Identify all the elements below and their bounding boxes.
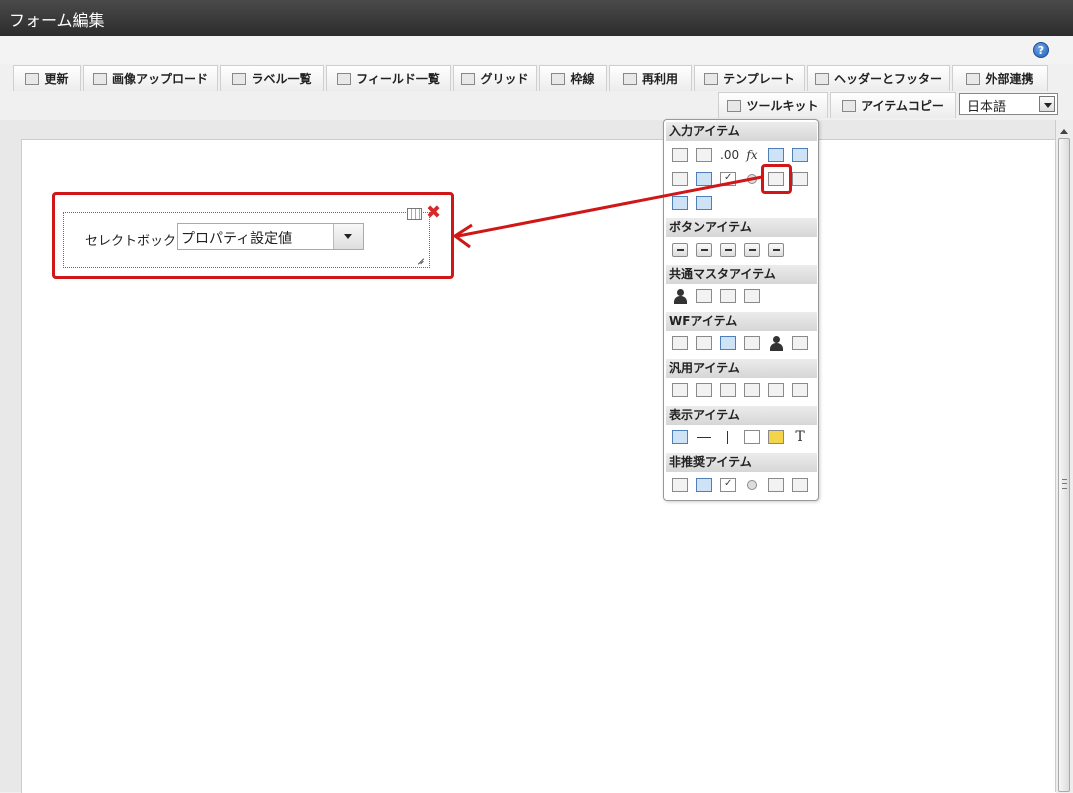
highlight-box <box>52 192 454 279</box>
template-icon <box>704 72 719 85</box>
table-icon[interactable] <box>696 172 712 186</box>
redo-button-icon[interactable] <box>768 243 784 257</box>
border-button[interactable]: 枠線 <box>539 65 607 91</box>
clipboard-icon[interactable] <box>672 336 688 350</box>
list-box-icon[interactable] <box>792 172 808 186</box>
page-icon[interactable] <box>696 383 712 397</box>
label-list-icon <box>232 72 247 85</box>
label-icon[interactable] <box>672 430 688 444</box>
reuse-button[interactable]: 再利用 <box>609 65 692 91</box>
reuse-icon <box>622 72 637 85</box>
camera-icon[interactable] <box>720 383 736 397</box>
header-footer-button[interactable]: ヘッダーとフッター <box>807 65 950 91</box>
scrollbar-thumb[interactable] <box>1058 138 1070 792</box>
rectangle-icon[interactable] <box>744 430 760 444</box>
forward-button-icon[interactable] <box>696 243 712 257</box>
palette-section-input: 入力アイテム <box>666 122 817 141</box>
checkbox-icon[interactable] <box>720 172 736 186</box>
deprecated-table-icon[interactable] <box>696 478 712 492</box>
stamp-icon[interactable] <box>792 336 808 350</box>
update-icon <box>25 72 40 85</box>
user-icon[interactable] <box>672 289 688 304</box>
chevron-down-icon[interactable] <box>1039 96 1055 112</box>
external-link-icon <box>966 72 981 85</box>
window-icon[interactable] <box>720 336 736 350</box>
palette-section-display: 表示アイテム <box>666 406 817 425</box>
palette-section-button: ボタンアイテム <box>666 218 817 237</box>
picture-icon[interactable] <box>768 430 784 444</box>
scroll-up-arrow-icon[interactable] <box>1058 122 1071 135</box>
image-icon[interactable] <box>672 172 688 186</box>
language-select[interactable]: 日本語 <box>959 93 1058 115</box>
deprecated-select-box-icon[interactable] <box>768 478 784 492</box>
grid-icon <box>461 72 476 85</box>
vertical-scrollbar[interactable] <box>1055 120 1073 792</box>
approver-icon[interactable] <box>768 336 784 351</box>
label-list-button[interactable]: ラベル一覧 <box>220 65 324 91</box>
window-title: フォーム編集 <box>9 11 105 30</box>
item-copy-button[interactable]: アイテムコピー <box>830 92 956 118</box>
help-bar <box>0 36 1073 65</box>
text-icon[interactable]: T <box>792 430 808 444</box>
horizontal-line-icon[interactable] <box>696 430 712 444</box>
field-list-button[interactable]: フィールド一覧 <box>326 65 451 91</box>
external-link-button[interactable]: 外部連携 <box>952 65 1048 91</box>
textarea-icon[interactable] <box>696 148 712 162</box>
vertical-line-icon[interactable] <box>720 430 736 444</box>
toolkit-button[interactable]: ツールキット <box>718 92 828 118</box>
language-value: 日本語 <box>967 100 1007 115</box>
item-copy-icon <box>842 99 857 112</box>
file-upload-icon[interactable] <box>672 196 688 210</box>
textbox-icon[interactable] <box>672 148 688 162</box>
grid-table-icon[interactable] <box>696 196 712 210</box>
palette-section-wf: WFアイテム <box>666 312 817 331</box>
document-icon[interactable] <box>744 336 760 350</box>
image-upload-icon <box>92 72 107 85</box>
grip-icon <box>1062 479 1067 489</box>
shapes-icon[interactable] <box>744 383 760 397</box>
deprecated-list-box-icon[interactable] <box>792 478 808 492</box>
radio-icon[interactable] <box>747 174 757 184</box>
organization-icon[interactable] <box>696 289 712 303</box>
title-bar: フォーム編集 <box>0 0 1073 36</box>
back-button-icon[interactable] <box>720 243 736 257</box>
panel-icon[interactable] <box>768 383 784 397</box>
update-button[interactable]: 更新 <box>13 65 81 91</box>
organization-user-icon[interactable] <box>720 289 736 303</box>
help-icon[interactable]: ? <box>1033 42 1049 58</box>
palette-highlight-box <box>761 164 792 194</box>
grid-button[interactable]: グリッド <box>453 65 537 91</box>
toolkit-icon <box>727 99 742 112</box>
header-footer-icon <box>814 72 829 85</box>
border-icon <box>551 72 566 85</box>
palette-section-deprecated: 非推奨アイテム <box>666 453 817 472</box>
button-icon[interactable] <box>672 243 688 257</box>
frame-icon[interactable] <box>672 383 688 397</box>
deprecated-image-icon[interactable] <box>672 478 688 492</box>
card-icon[interactable] <box>792 383 808 397</box>
template-button[interactable]: テンプレート <box>694 65 805 91</box>
number-icon[interactable]: .00 <box>720 148 739 162</box>
company-icon[interactable] <box>744 289 760 303</box>
field-list-icon <box>337 72 352 85</box>
image-upload-button[interactable]: 画像アップロード <box>83 65 218 91</box>
calendar-icon[interactable] <box>768 148 784 162</box>
date-range-icon[interactable] <box>792 148 808 162</box>
deprecated-radio-icon[interactable] <box>747 480 757 490</box>
formula-icon[interactable]: fx <box>744 148 760 162</box>
palette-section-general: 汎用アイテム <box>666 359 817 378</box>
attachment-icon[interactable] <box>696 336 712 350</box>
palette-section-master: 共通マスタアイテム <box>666 265 817 284</box>
deprecated-checkbox-icon[interactable] <box>720 478 736 492</box>
return-button-icon[interactable] <box>744 243 760 257</box>
